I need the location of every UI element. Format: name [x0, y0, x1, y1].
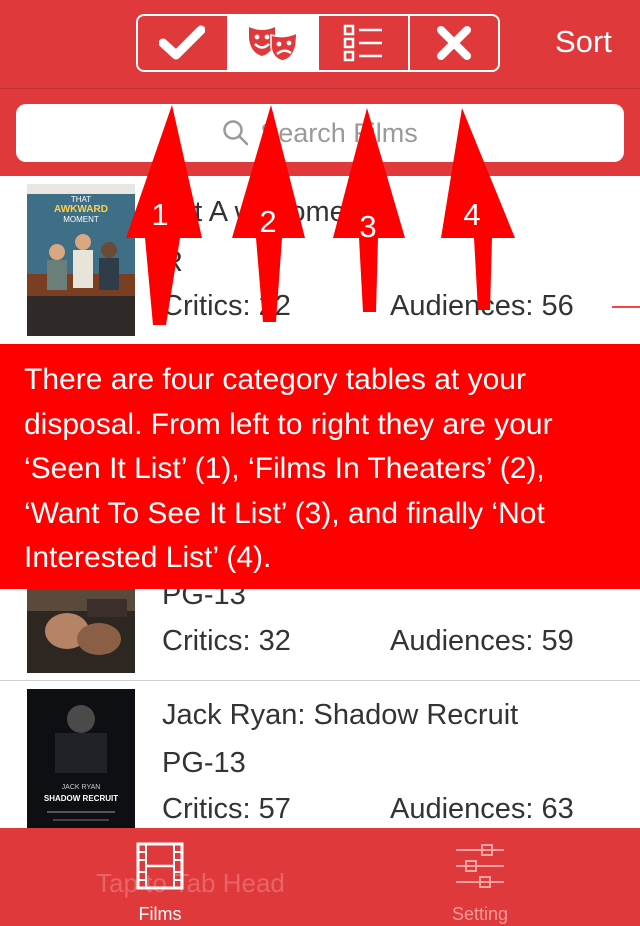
arrow-label-1: 1 [151, 197, 168, 232]
arrow-label-2: 2 [259, 204, 276, 239]
tutorial-banner-text: There are four category tables at your d… [24, 363, 553, 574]
tutorial-banner[interactable]: There are four category tables at your d… [0, 344, 640, 589]
arrow-label-3: 3 [359, 209, 376, 244]
arrow-label-4: 4 [463, 197, 480, 232]
